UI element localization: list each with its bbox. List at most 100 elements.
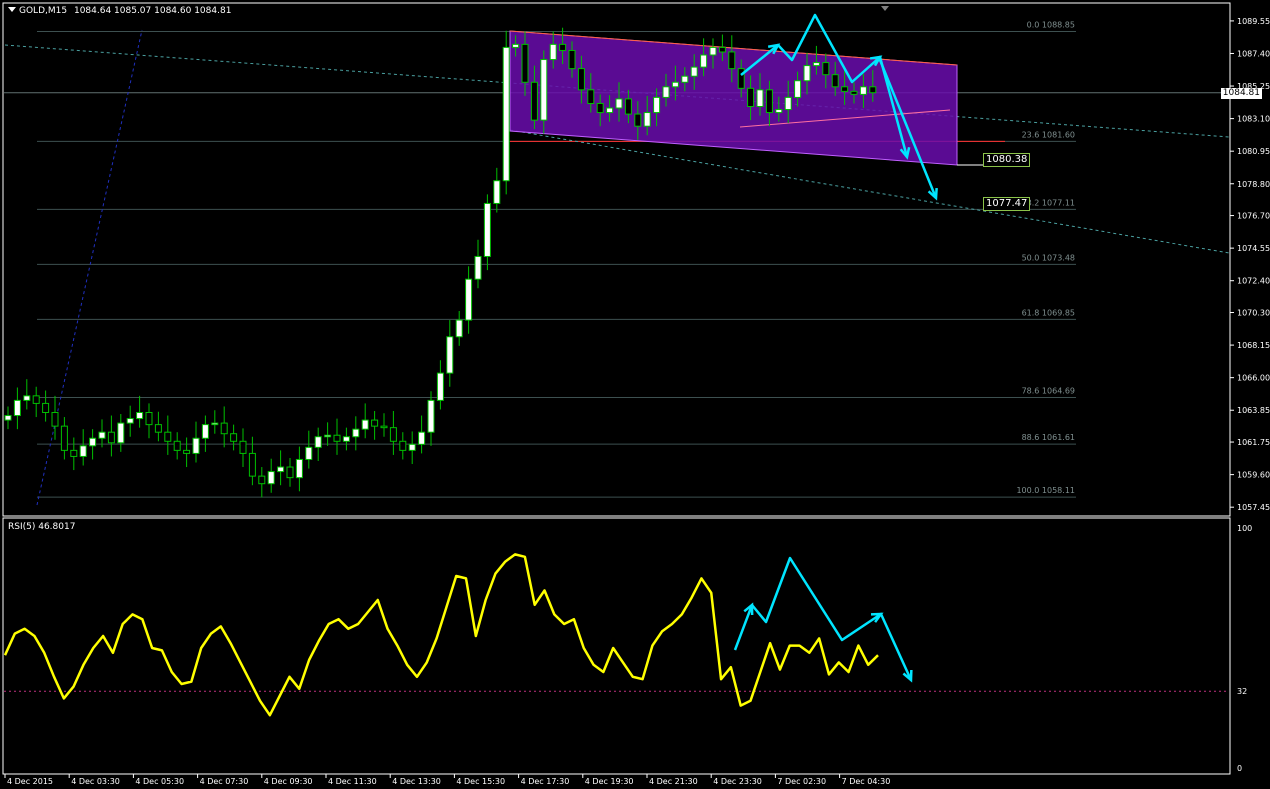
- candle: [380, 413, 388, 437]
- dropdown-triangle-icon[interactable]: [8, 7, 16, 12]
- candle-body: [371, 419, 379, 427]
- time-tick-label: 7 Dec 02:30: [777, 777, 826, 785]
- fib-label: 88.6 1061.61: [1022, 433, 1075, 442]
- candle-body: [399, 440, 407, 451]
- candle: [211, 410, 219, 434]
- candle: [239, 428, 247, 468]
- candle-body: [173, 440, 181, 451]
- time-tick-label: 4 Dec 11:30: [328, 777, 377, 785]
- candle-body: [747, 87, 755, 107]
- rsi-tick-label: 32: [1237, 687, 1247, 696]
- candle-body: [352, 428, 360, 438]
- candle-body: [690, 66, 698, 77]
- candle-body: [408, 443, 416, 451]
- rsi-indicator: [3, 553, 1229, 717]
- candle-body: [117, 422, 125, 444]
- candle: [493, 167, 501, 213]
- candle-body: [79, 445, 87, 457]
- rsi-chart-frame: [2, 517, 1231, 775]
- candle: [136, 395, 144, 428]
- candle: [483, 194, 491, 271]
- candle: [389, 410, 397, 455]
- candle: [79, 429, 87, 466]
- candle: [145, 403, 153, 439]
- fib-label: 0.0 1088.85: [1027, 21, 1075, 30]
- price-axis: 1089.551087.401085.251083.101080.951078.…: [1230, 17, 1270, 773]
- time-tick-label: 4 Dec 23:30: [713, 777, 762, 785]
- candle-body: [859, 86, 867, 95]
- candle-body: [60, 425, 68, 451]
- rsi-header: RSI(5) 46.8017: [8, 522, 76, 532]
- candle-body: [211, 422, 219, 426]
- price-tick-label: 1066.00: [1237, 374, 1270, 383]
- price-tick-label: 1063.85: [1237, 406, 1270, 415]
- candle-body: [380, 425, 388, 429]
- ohlc-values: 1084.64 1085.07 1084.60 1084.81: [73, 6, 232, 16]
- candle-body: [164, 431, 172, 442]
- candle-body: [305, 446, 313, 460]
- candle-body: [192, 437, 200, 454]
- price-tick-label: 1072.40: [1237, 277, 1270, 286]
- price-tick-label: 1074.55: [1237, 244, 1270, 253]
- time-tick-label: 4 Dec 17:30: [521, 777, 570, 785]
- rsi-forecast-path: [733, 556, 913, 681]
- candle-body: [530, 81, 538, 121]
- candle: [126, 405, 134, 437]
- candle: [455, 311, 463, 346]
- candle-body: [549, 43, 557, 61]
- candle-body: [248, 452, 256, 477]
- price-tick-label: 1087.40: [1237, 49, 1270, 58]
- candle-body: [361, 419, 369, 430]
- candle: [42, 390, 50, 422]
- candle-body: [32, 395, 40, 404]
- candle: [220, 406, 228, 448]
- chart-canvas[interactable]: 0.0 1088.8523.6 1081.6038.2 1077.1150.0 …: [0, 0, 1270, 786]
- candle-body: [136, 412, 144, 420]
- candle-body: [822, 62, 830, 76]
- chart-window[interactable]: 0.0 1088.85 23.6 1081.60 38.2 1077.11 50.0 …: [0, 0, 1270, 786]
- fib-label: 23.6 1081.60: [1022, 130, 1075, 139]
- trendline-steep: [36, 29, 143, 506]
- candle-body: [333, 434, 341, 442]
- candle-body: [145, 412, 153, 426]
- shift-marker-icon[interactable]: [881, 6, 889, 11]
- candle-body: [775, 109, 783, 114]
- candle-body: [869, 86, 877, 94]
- candle-body: [671, 81, 679, 88]
- candle: [465, 266, 473, 334]
- candle-body: [794, 80, 802, 98]
- candle-body: [841, 86, 849, 92]
- rsi-tick-label: 100: [1237, 524, 1252, 533]
- candle-body: [13, 399, 21, 417]
- fib-label: 100.0 1058.11: [1016, 486, 1075, 495]
- candle-body: [765, 89, 773, 114]
- candle: [446, 320, 454, 387]
- candle: [333, 418, 341, 455]
- candle-body: [220, 422, 228, 435]
- candle-body: [634, 113, 642, 127]
- price-tick-label: 1080.95: [1237, 147, 1270, 156]
- candle-body: [483, 202, 491, 257]
- candle: [427, 391, 435, 446]
- candle-body: [436, 372, 444, 401]
- candle: [277, 450, 285, 486]
- fib-label: 61.8 1069.85: [1022, 308, 1075, 317]
- candle: [89, 429, 97, 460]
- candle-body: [418, 431, 426, 445]
- candle-body: [568, 49, 576, 70]
- candle: [230, 424, 238, 451]
- candle-body: [324, 434, 332, 438]
- target-price-label: 1080.38: [983, 152, 1031, 167]
- candle-body: [812, 62, 820, 67]
- candle-body: [850, 90, 858, 95]
- price-tick-label: 1068.15: [1237, 341, 1270, 350]
- candle: [267, 458, 275, 493]
- candle-body: [662, 86, 670, 98]
- candle-body: [201, 424, 209, 439]
- candle: [23, 379, 31, 410]
- candle-body: [756, 89, 764, 107]
- candle-body: [831, 74, 839, 88]
- candle-body: [23, 395, 31, 401]
- candle-body: [803, 65, 811, 82]
- candle: [192, 421, 200, 463]
